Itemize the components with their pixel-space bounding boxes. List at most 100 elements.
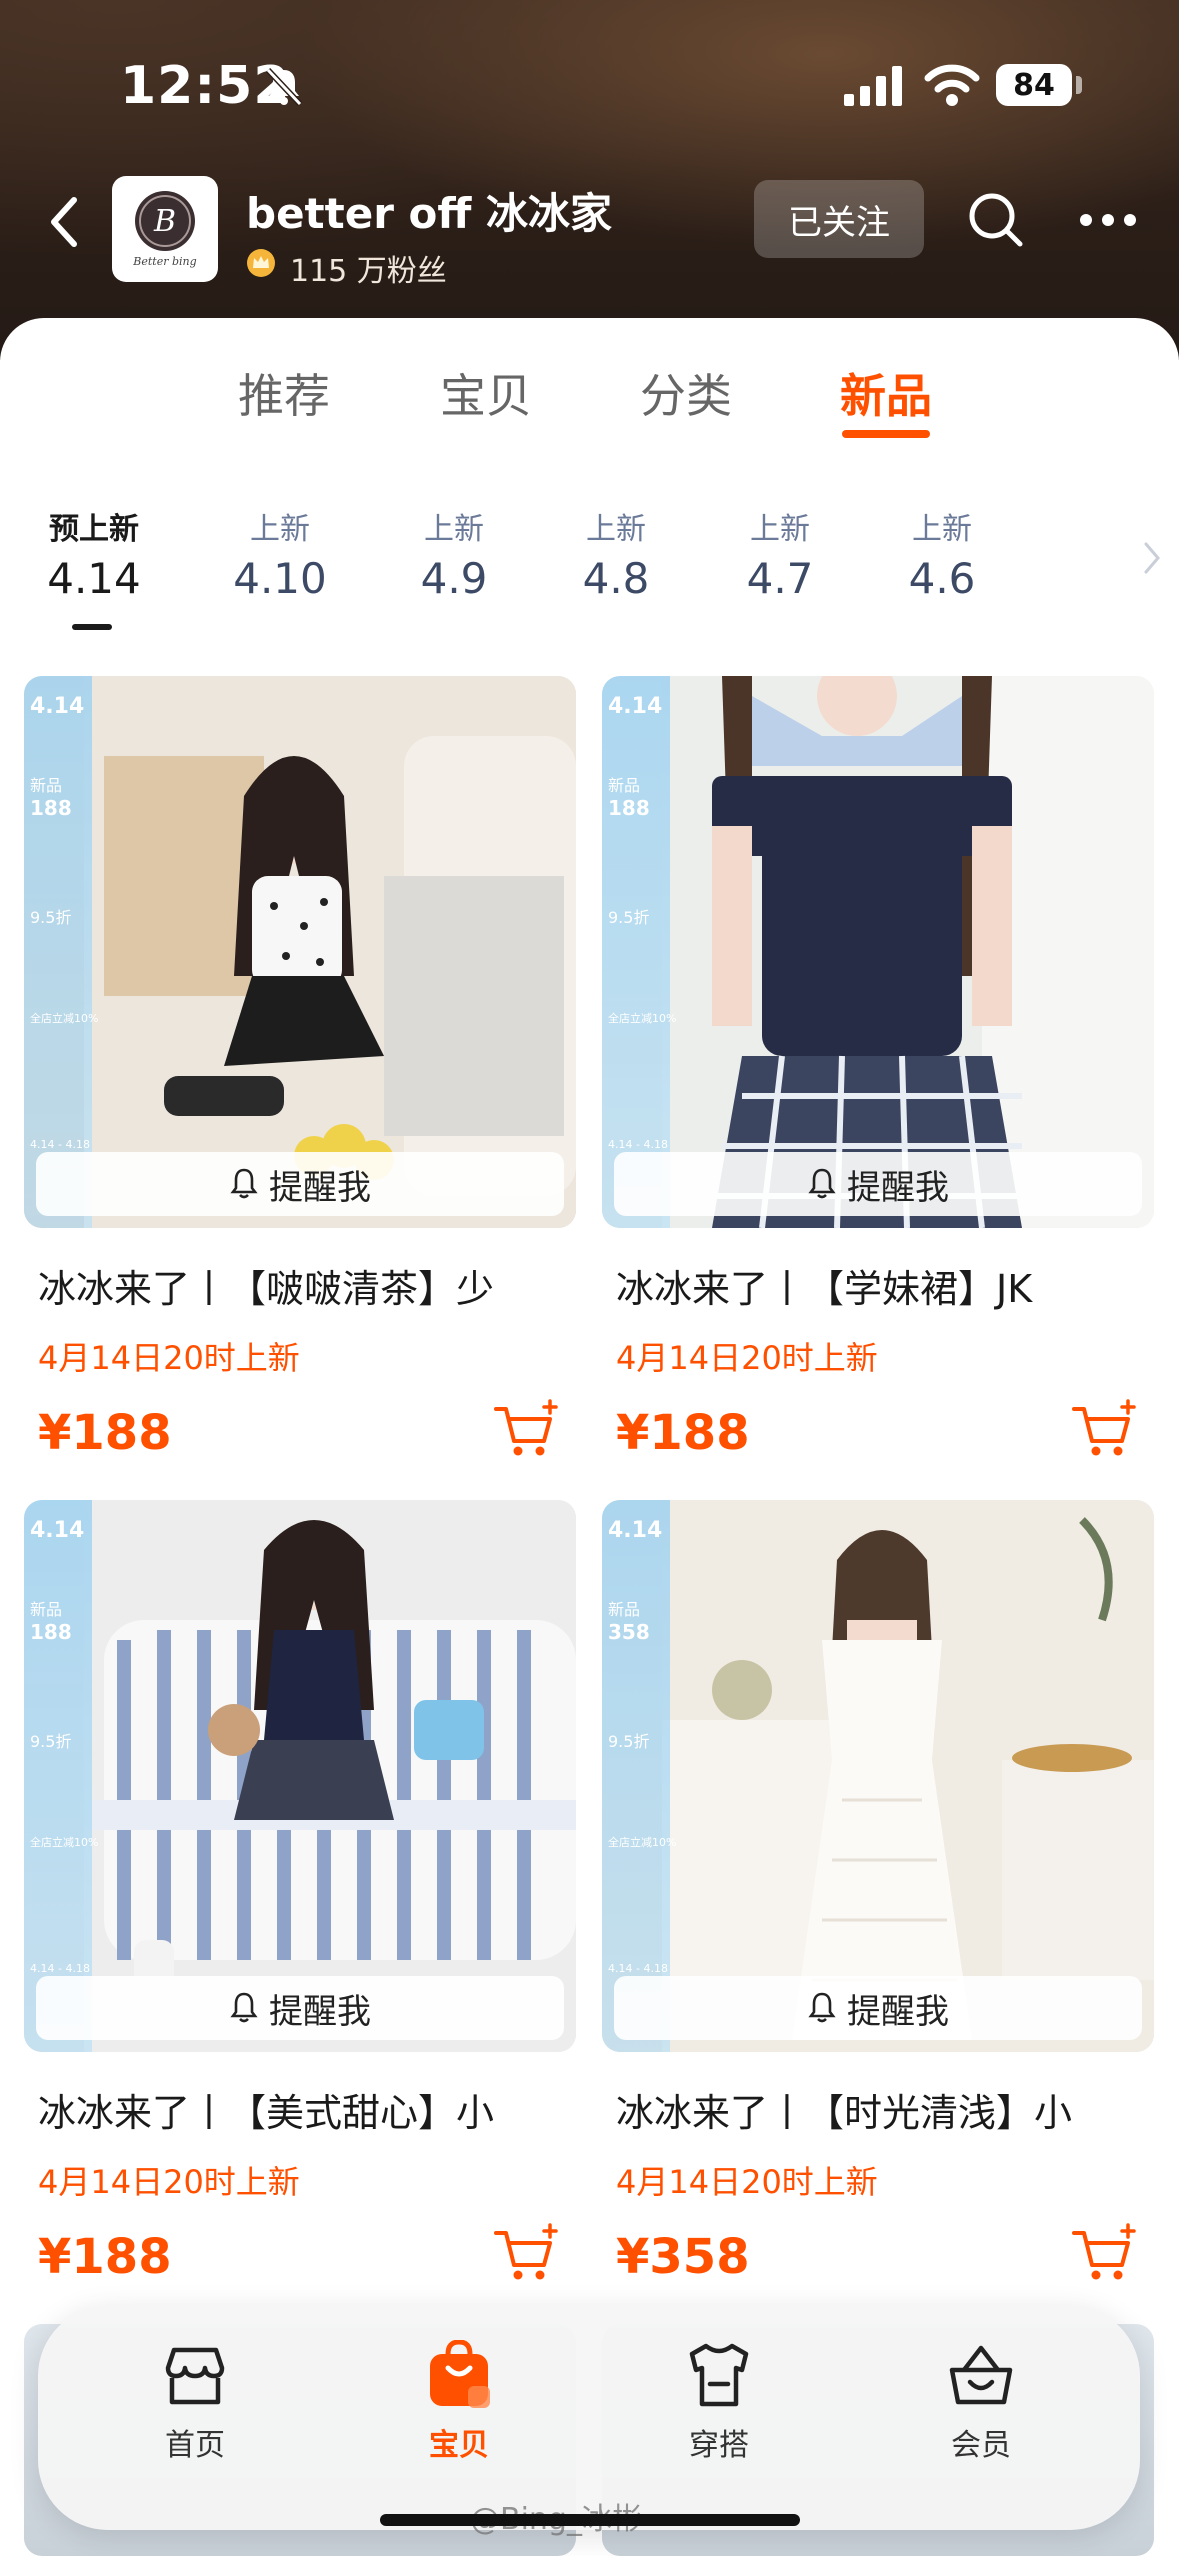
nav-label: 首页 (165, 2428, 225, 2463)
date-value: 4.14 (47, 554, 141, 603)
bell-icon (808, 1992, 836, 2023)
nav-label: 穿搭 (689, 2428, 749, 2463)
launch-time: 4月14日20时上新 (616, 2163, 878, 2201)
model-photo (84, 1500, 576, 2052)
nav-label: 会员 (951, 2428, 1011, 2463)
date-label: 上新 (586, 512, 646, 547)
more-dots-icon[interactable] (1078, 208, 1138, 232)
model-photo (84, 676, 576, 1228)
add-to-cart-icon[interactable] (1070, 1397, 1140, 1463)
crown-icon (247, 249, 275, 277)
svg-text:Better bing: Better bing (132, 255, 196, 268)
product-price: ¥188 (38, 1405, 172, 1461)
nav-label: 宝贝 (429, 2428, 489, 2463)
bell-icon (230, 1992, 258, 2023)
date-label: 上新 (424, 512, 484, 547)
wifi-icon (924, 64, 980, 106)
back-chevron-icon[interactable] (44, 192, 84, 252)
promo-strip: 4.14 新品 188 9.5折 全店立减10% 4.14 - 4.18 (602, 676, 676, 1228)
remind-me-label: 提醒我 (847, 1167, 949, 1208)
product-card[interactable]: 4.14 新品 188 9.5折 全店立减10% 4.14 - 4.18 提醒我… (602, 676, 1154, 1465)
remind-me-button[interactable]: 提醒我 (36, 1152, 564, 1216)
remind-me-button[interactable]: 提醒我 (36, 1976, 564, 2040)
cellular-signal-icon (844, 66, 902, 106)
product-image[interactable]: 4.14 新品 188 9.5折 全店立减10% 4.14 - 4.18 提醒我 (24, 676, 576, 1228)
product-price: ¥358 (616, 2229, 750, 2285)
tab-categories[interactable]: 分类 (640, 360, 732, 426)
status-bar: 12:52 84 (0, 0, 1179, 170)
product-image[interactable]: 4.14 新品 358 9.5折 全店立减10% 4.14 - 4.18 提醒我 (602, 1500, 1154, 2052)
date-item[interactable]: 上新 4.8 (566, 504, 666, 603)
product-title[interactable]: 冰冰来了丨【美式甜心】小 (24, 2082, 576, 2137)
svg-text:B: B (153, 204, 176, 239)
battery-indicator: 84 (996, 64, 1072, 106)
bell-icon (230, 1168, 258, 1199)
model-photo (662, 1500, 1154, 2052)
bell-muted-icon (265, 67, 303, 107)
tab-recommend[interactable]: 推荐 (238, 360, 330, 426)
remind-me-label: 提醒我 (269, 1991, 371, 2032)
product-card[interactable]: 4.14 新品 188 9.5折 全店立减10% 4.14 - 4.18 提醒我… (24, 676, 576, 1465)
nav-outfits[interactable]: 穿搭 (644, 2340, 794, 2464)
nav-home[interactable]: 首页 (120, 2340, 270, 2464)
date-item-preview[interactable]: 预上新 4.14 (46, 504, 142, 603)
battery-tip (1076, 76, 1082, 94)
product-price: ¥188 (38, 2229, 172, 2285)
bell-icon (808, 1168, 836, 1199)
shop-logo-icon: B Better bing (132, 191, 197, 268)
launch-time: 4月14日20时上新 (38, 2163, 300, 2201)
product-price: ¥188 (616, 1405, 750, 1461)
date-item[interactable]: 上新 4.10 (230, 504, 330, 603)
tshirt-icon (689, 2343, 749, 2407)
home-indicator[interactable] (380, 2514, 800, 2526)
fan-count: 115 万粉丝 (290, 254, 447, 289)
active-date-indicator (72, 624, 112, 630)
add-to-cart-icon[interactable] (492, 1397, 562, 1463)
shop-home-icon (165, 2347, 225, 2405)
promo-strip: 4.14 新品 188 9.5折 全店立减10% 4.14 - 4.18 (24, 676, 98, 1228)
remind-me-button[interactable]: 提醒我 (614, 1152, 1142, 1216)
chevron-right-icon[interactable] (1140, 540, 1164, 576)
product-card[interactable]: 4.14 新品 358 9.5折 全店立减10% 4.14 - 4.18 提醒我… (602, 1500, 1154, 2289)
date-item[interactable]: 上新 4.7 (730, 504, 830, 603)
product-title[interactable]: 冰冰来了丨【时光清浅】小 (602, 2082, 1154, 2137)
date-label: 上新 (750, 512, 810, 547)
bag-icon (430, 2339, 490, 2408)
nav-items[interactable]: 宝贝 (384, 2339, 534, 2464)
promo-strip: 4.14 新品 358 9.5折 全店立减10% 4.14 - 4.18 (602, 1500, 676, 2052)
shop-tabs: 推荐 宝贝 分类 新品 (0, 360, 1179, 450)
launch-time: 4月14日20时上新 (616, 1339, 878, 1377)
remind-me-label: 提醒我 (847, 1991, 949, 2032)
active-tab-indicator (842, 430, 930, 438)
add-to-cart-icon[interactable] (492, 2221, 562, 2287)
add-to-cart-icon[interactable] (1070, 2221, 1140, 2287)
search-icon[interactable] (966, 190, 1024, 248)
product-title[interactable]: 冰冰来了丨【学妹裙】JK (602, 1258, 1154, 1313)
product-image[interactable]: 4.14 新品 188 9.5折 全店立减10% 4.14 - 4.18 提醒我 (602, 676, 1154, 1228)
member-basket-icon (949, 2345, 1013, 2405)
date-item[interactable]: 上新 4.6 (892, 504, 992, 603)
model-photo (662, 676, 1154, 1228)
shop-avatar[interactable]: B Better bing (112, 176, 218, 282)
date-label: 预上新 (49, 512, 139, 547)
date-value: 4.10 (233, 554, 327, 603)
tab-items[interactable]: 宝贝 (440, 360, 532, 426)
date-item[interactable]: 上新 4.9 (404, 504, 504, 603)
nav-membership[interactable]: 会员 (906, 2340, 1056, 2464)
follow-button[interactable]: 已关注 (754, 180, 924, 258)
date-label: 上新 (250, 512, 310, 547)
date-value: 4.7 (746, 554, 814, 603)
date-value: 4.9 (420, 554, 488, 603)
tab-new-arrivals[interactable]: 新品 (840, 360, 932, 426)
remind-me-label: 提醒我 (269, 1167, 371, 1208)
date-label: 上新 (912, 512, 972, 547)
date-value: 4.8 (582, 554, 650, 603)
launch-time: 4月14日20时上新 (38, 1339, 300, 1377)
remind-me-button[interactable]: 提醒我 (614, 1976, 1142, 2040)
product-image[interactable]: 4.14 新品 188 9.5折 全店立减10% 4.14 - 4.18 提醒我 (24, 1500, 576, 2052)
promo-strip: 4.14 新品 188 9.5折 全店立减10% 4.14 - 4.18 (24, 1500, 98, 2052)
shop-name[interactable]: better off 冰冰家 (246, 180, 612, 241)
date-value: 4.6 (908, 554, 976, 603)
product-card[interactable]: 4.14 新品 188 9.5折 全店立减10% 4.14 - 4.18 提醒我… (24, 1500, 576, 2289)
product-title[interactable]: 冰冰来了丨【啵啵清茶】少 (24, 1258, 576, 1313)
